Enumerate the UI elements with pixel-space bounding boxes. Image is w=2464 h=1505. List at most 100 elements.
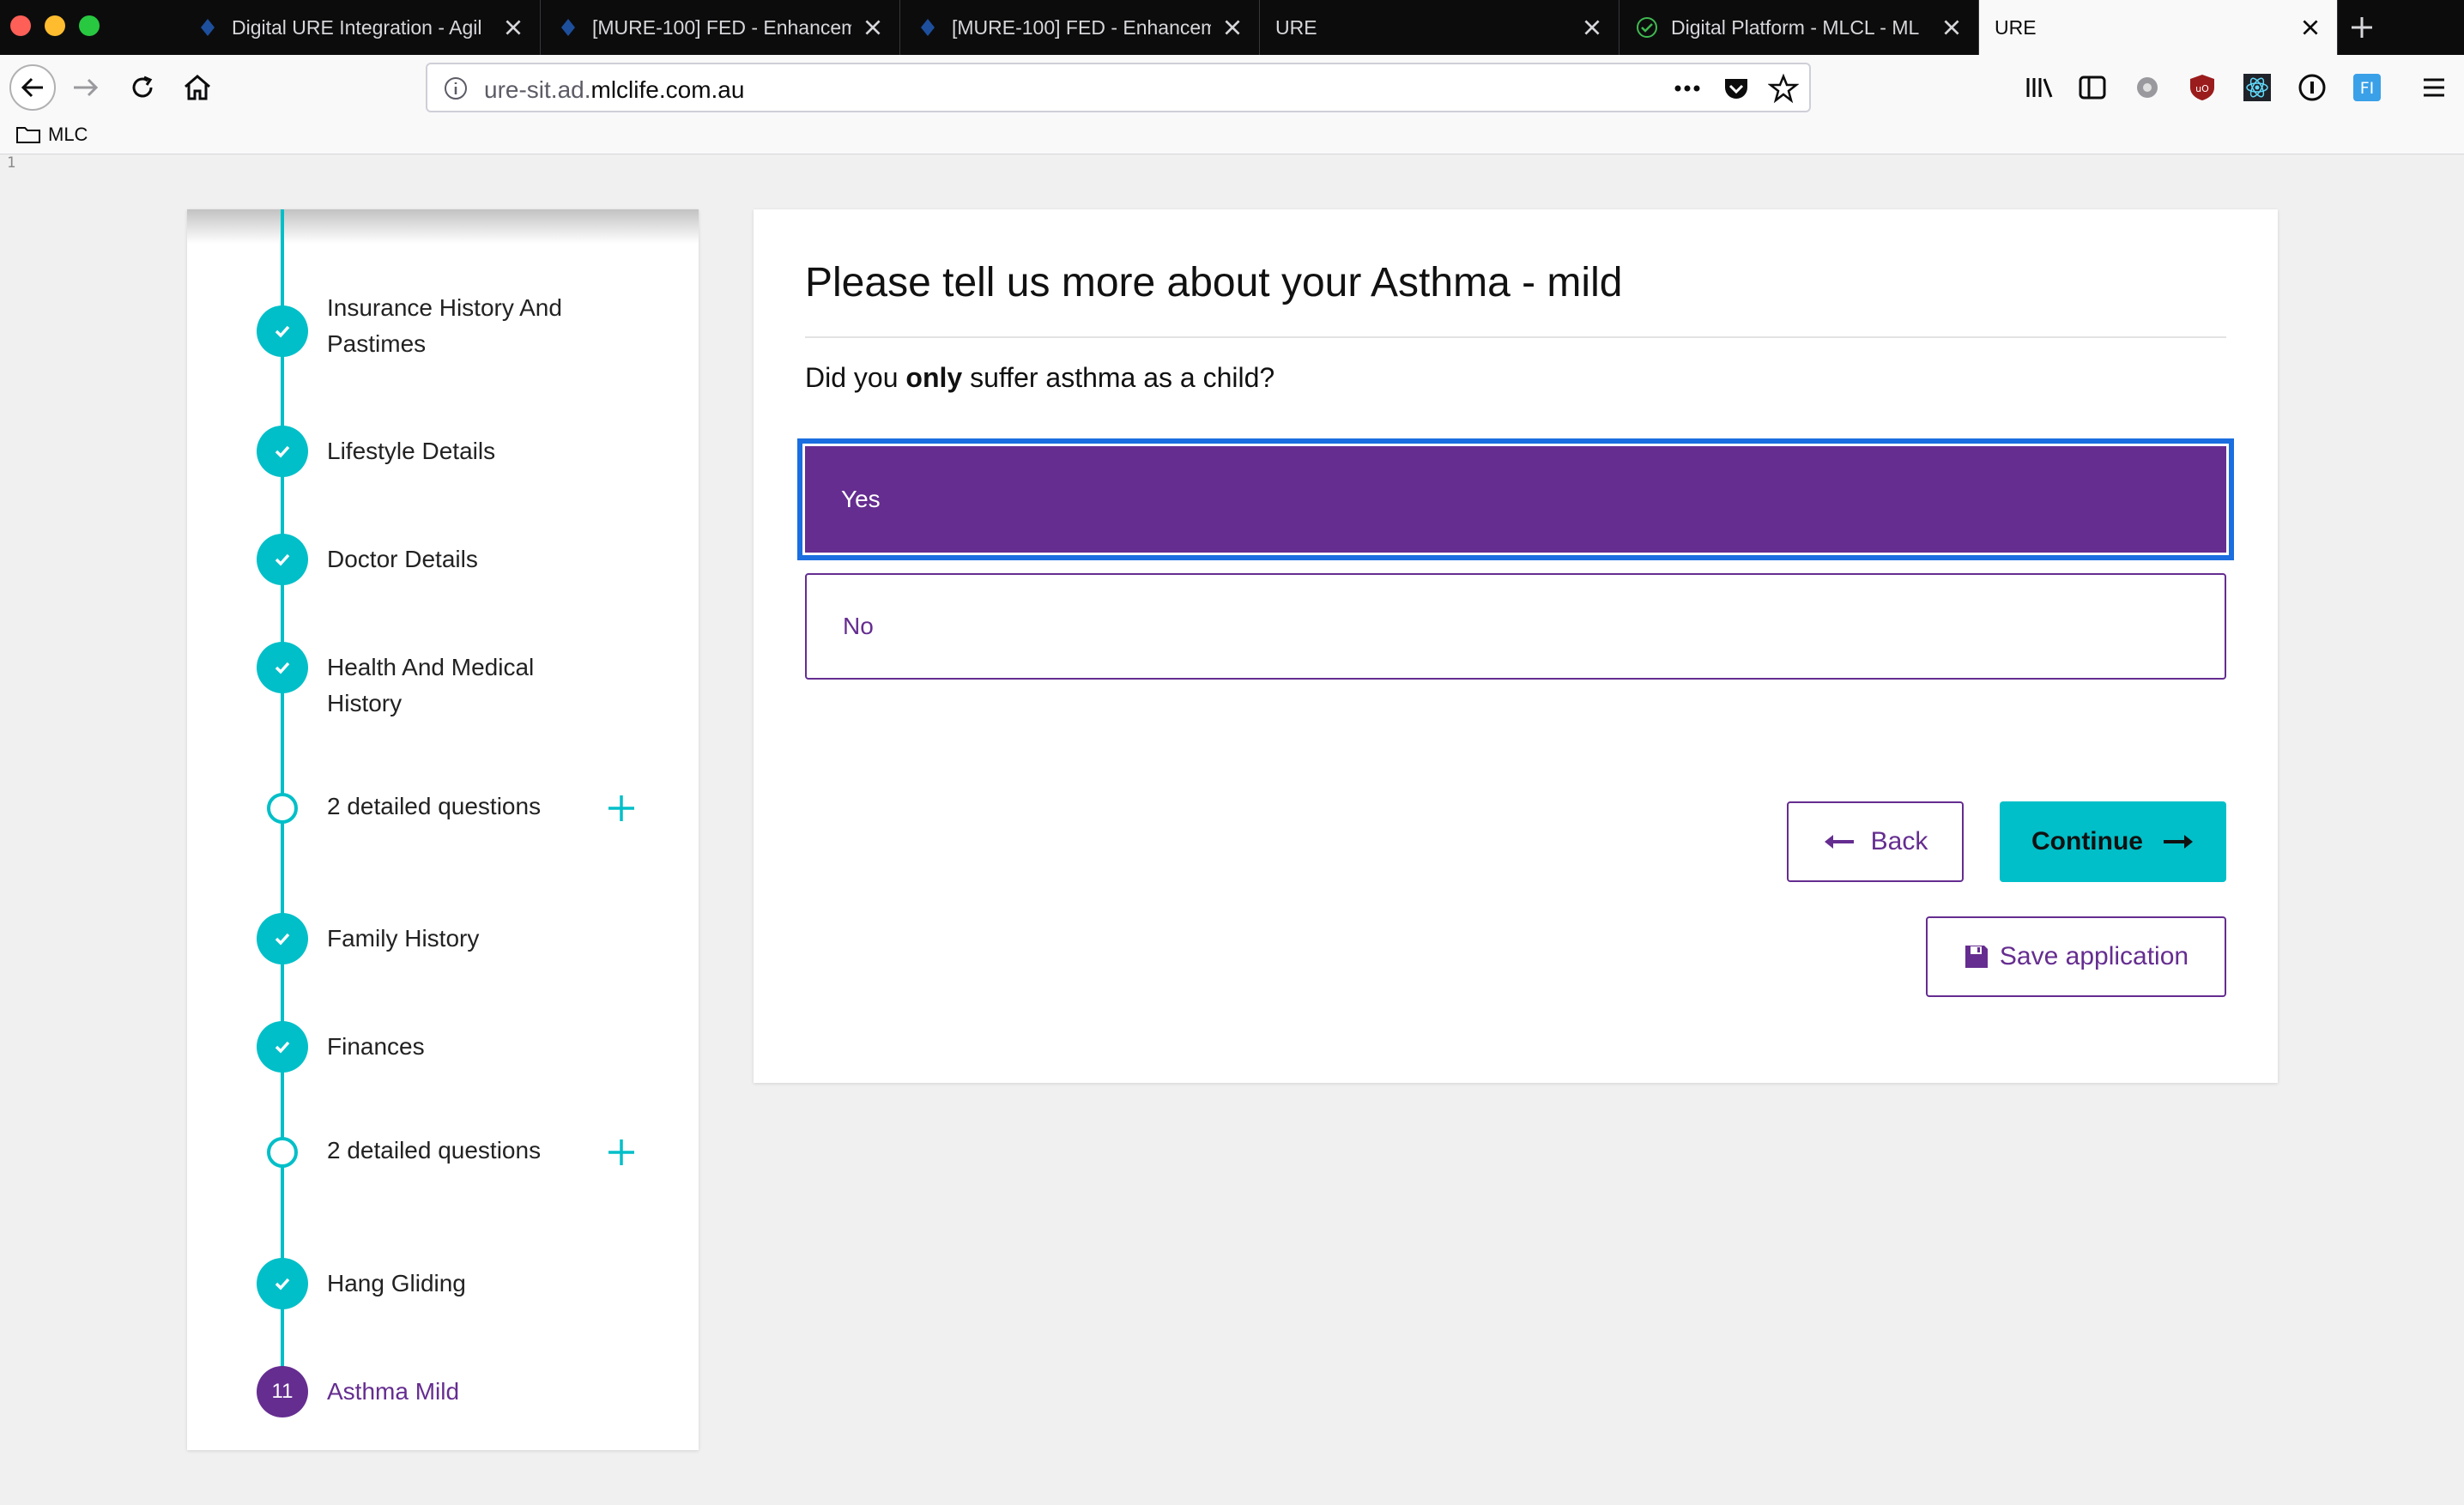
tab-title: Digital Platform - MLCL - ML [1671, 15, 1920, 39]
jira-icon [916, 15, 940, 39]
question-text: Did you only suffer asthma as a child? [805, 362, 1274, 394]
continue-button[interactable]: Continue [2000, 801, 2226, 882]
forward-arrow-icon [74, 78, 99, 97]
svg-text:FI: FI [2360, 79, 2375, 98]
checkmark-icon [257, 642, 308, 693]
expand-plus-icon[interactable] [604, 791, 639, 825]
progress-step-label: Health And Medical History [327, 654, 535, 716]
fi-extension-icon[interactable]: FI [2352, 72, 2382, 103]
back-button-label: Back [1870, 827, 1928, 855]
url-domain: mlclife.com.au [590, 76, 745, 103]
url-bar[interactable]: ure-sit.ad.mlclife.com.au [426, 63, 1811, 112]
checkmark-icon [257, 1021, 308, 1073]
open-step-circle-icon [267, 1137, 298, 1168]
jira-icon [556, 15, 580, 39]
bookmark-star-icon[interactable] [1768, 73, 1799, 104]
tab-title: URE [1275, 15, 1317, 39]
jira-icon [196, 15, 220, 39]
close-tab-icon[interactable] [1221, 16, 1244, 39]
minimize-window-button[interactable] [45, 15, 65, 36]
close-tab-icon[interactable] [2299, 16, 2322, 39]
answer-option-yes[interactable]: Yes [797, 438, 2234, 560]
password-manager-icon[interactable] [2297, 72, 2328, 103]
back-arrow-icon [9, 64, 56, 111]
save-button-label: Save application [1999, 942, 2189, 970]
close-tab-icon[interactable] [502, 16, 524, 39]
home-button[interactable] [173, 63, 221, 112]
check-circle-icon [1635, 15, 1659, 39]
progress-step-label: Finances [327, 1033, 425, 1060]
floppy-disk-icon [1964, 944, 1989, 970]
reload-icon [132, 76, 153, 98]
progress-step-label: 2 detailed questions [327, 1137, 542, 1164]
browser-tab[interactable]: [MURE-100] FED - Enhancem [900, 0, 1260, 55]
progress-sidebar: Insurance History And Pastimes Lifestyle… [187, 209, 699, 1450]
save-application-button[interactable]: Save application [1926, 916, 2226, 997]
expand-plus-icon[interactable] [604, 1135, 639, 1170]
browser-tab-bar: Digital URE Integration - Agil [MURE-100… [0, 0, 2464, 55]
arrow-left-icon [1823, 833, 1856, 850]
info-icon[interactable] [443, 76, 469, 101]
bookmarks-bar: MLC [0, 120, 2464, 154]
open-step-circle-icon [267, 793, 298, 824]
sidebar-icon[interactable] [2077, 72, 2108, 103]
checkmark-icon [257, 913, 308, 964]
progress-step-label: Family History [327, 925, 480, 952]
svg-text:uO: uO [2195, 83, 2209, 94]
browser-tab-active[interactable]: URE [1979, 0, 2338, 55]
library-icon[interactable] [2024, 72, 2055, 103]
folder-icon [16, 127, 40, 143]
more-actions-icon[interactable] [1672, 76, 1703, 100]
react-devtools-icon[interactable] [2242, 72, 2273, 103]
gear-extension-icon[interactable] [2132, 72, 2163, 103]
option-label: No [843, 613, 874, 639]
new-tab-icon[interactable] [2341, 7, 2382, 48]
browser-tab[interactable]: Digital Platform - MLCL - ML [1619, 0, 1979, 55]
current-step-number-badge: 11 [257, 1366, 308, 1417]
title-divider [805, 336, 2226, 338]
checkmark-icon [257, 1258, 308, 1309]
url-text: ure-sit.ad.mlclife.com.au [484, 76, 744, 104]
tab-title: [MURE-100] FED - Enhancem [952, 15, 1211, 39]
close-window-button[interactable] [10, 15, 31, 36]
url-prefix: ure-sit.ad. [484, 76, 591, 103]
progress-step-label: Lifestyle Details [327, 438, 496, 464]
browser-tab[interactable]: URE [1260, 0, 1619, 55]
arrow-right-icon [2162, 833, 2195, 850]
question-text-end: suffer asthma as a child? [962, 362, 1275, 393]
progress-step-label: 2 detailed questions [327, 793, 542, 819]
ublock-icon[interactable]: uO [2187, 72, 2218, 103]
bookmark-folder-mlc[interactable]: MLC [15, 124, 88, 146]
progress-step-label: Insurance History And Pastimes [327, 294, 562, 357]
browser-toolbar: ure-sit.ad.mlclife.com.au uO FI [0, 55, 2464, 120]
continue-button-label: Continue [2031, 827, 2143, 855]
question-text-start: Did you [805, 362, 906, 393]
answer-option-no[interactable]: No [805, 573, 2226, 680]
zoom-window-button[interactable] [79, 15, 100, 36]
progress-step-label: Doctor Details [327, 546, 478, 572]
progress-step-label: Hang Gliding [327, 1270, 466, 1296]
tab-title: [MURE-100] FED - Enhancem [592, 15, 851, 39]
back-button[interactable]: Back [1787, 801, 1964, 882]
checkmark-icon [257, 426, 308, 477]
question-card: Please tell us more about your Asthma - … [754, 209, 2278, 1083]
reload-button[interactable] [118, 63, 166, 112]
line-number: 1 [7, 154, 16, 172]
forward-nav-button[interactable] [62, 63, 110, 112]
sidebar-scroll-fade [187, 209, 699, 244]
browser-tab[interactable]: Digital URE Integration - Agil [180, 0, 541, 55]
progress-step-label: Asthma Mild [327, 1378, 460, 1405]
checkmark-icon [257, 534, 308, 585]
browser-tab[interactable]: [MURE-100] FED - Enhancem [541, 0, 900, 55]
option-label: Yes [841, 486, 881, 512]
pocket-icon[interactable] [1722, 74, 1751, 103]
close-tab-icon[interactable] [862, 16, 884, 39]
menu-icon[interactable] [2419, 72, 2449, 103]
bookmark-label: MLC [48, 124, 88, 145]
back-nav-button[interactable] [9, 63, 57, 112]
close-tab-icon[interactable] [1940, 16, 1963, 39]
checkmark-icon [257, 305, 308, 357]
tab-title: URE [1995, 15, 2037, 39]
page-title: Please tell us more about your Asthma - … [805, 260, 1623, 305]
close-tab-icon[interactable] [1581, 16, 1603, 39]
